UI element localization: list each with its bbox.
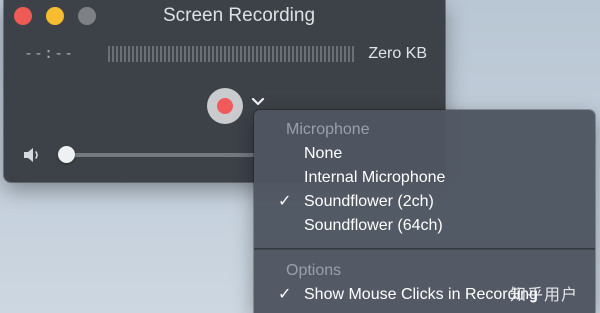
microphone-header: Microphone	[286, 121, 370, 138]
elapsed-time: --:--	[24, 44, 75, 62]
checkmark-icon: ✓	[278, 286, 292, 303]
window-title: Screen Recording	[162, 5, 316, 26]
menu-item-none[interactable]: None	[254, 142, 595, 166]
menu-item-soundflower-2ch[interactable]: ✓ Soundflower (2ch)	[254, 190, 595, 214]
volume-slider-knob[interactable]	[58, 146, 75, 163]
menu-item-label: Soundflower (64ch)	[304, 217, 443, 234]
menu-item-label: Internal Microphone	[304, 169, 446, 186]
record-button[interactable]	[207, 88, 243, 124]
record-icon	[217, 98, 233, 114]
file-size: Zero KB	[368, 45, 427, 62]
volume-slider-track[interactable]	[70, 153, 260, 157]
checkmark-icon: ✓	[278, 193, 292, 210]
audio-level-meter	[108, 46, 356, 62]
chevron-down-icon[interactable]	[251, 96, 265, 108]
options-header: Options	[286, 262, 342, 279]
speaker-icon	[24, 148, 38, 162]
menu-item-label: None	[304, 145, 343, 162]
menu-item-internal-microphone[interactable]: Internal Microphone	[254, 166, 595, 190]
watermark: 知乎用户	[510, 287, 579, 304]
menu-item-label: Show Mouse Clicks in Recording	[304, 286, 538, 303]
menu-item-soundflower-64ch[interactable]: Soundflower (64ch)	[254, 214, 595, 238]
menu-item-label: Soundflower (2ch)	[304, 193, 434, 210]
menu-separator	[254, 248, 595, 250]
